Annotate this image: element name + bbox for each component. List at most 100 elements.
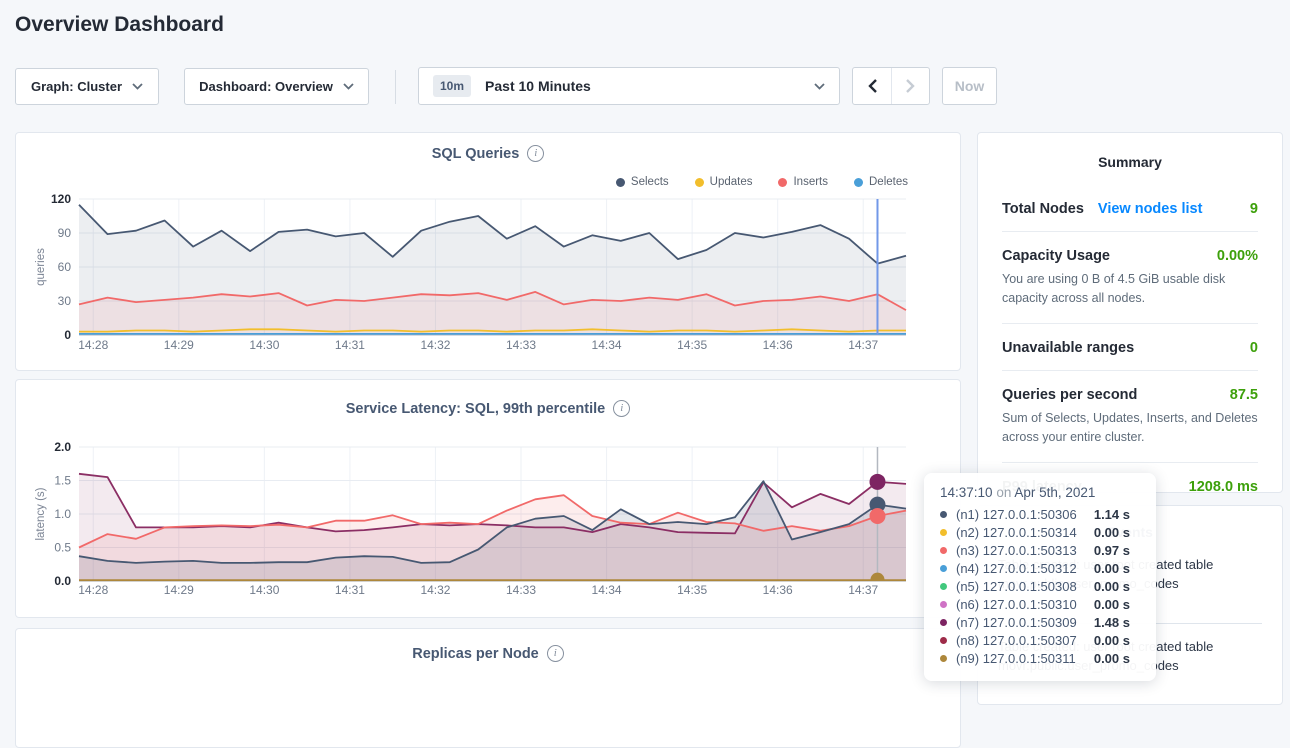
tooltip-node-row: (n9) 127.0.0.1:50311 0.00 s (940, 649, 1140, 667)
replicas-title: Replicas per Node (412, 646, 539, 662)
svg-text:14:32: 14:32 (420, 583, 450, 597)
tooltip-node-row: (n7) 127.0.0.1:50309 1.48 s (940, 613, 1140, 631)
next-range-button[interactable] (891, 68, 929, 104)
qps-desc: Sum of Selects, Updates, Inserts, and De… (978, 409, 1282, 448)
node-color-dot (940, 601, 947, 608)
svg-text:14:28: 14:28 (78, 338, 108, 352)
time-range-dropdown[interactable]: 10m Past 10 Minutes (418, 67, 840, 105)
svg-text:14:33: 14:33 (506, 583, 536, 597)
node-latency-value: 1.14 s (1094, 507, 1130, 522)
node-color-dot (940, 565, 947, 572)
tooltip-node-row: (n2) 127.0.0.1:503140.00 s (940, 523, 1140, 541)
service-latency-card: Service Latency: SQL, 99th percentile i … (15, 379, 961, 618)
node-latency-value: 0.00 s (1094, 597, 1130, 612)
toolbar-divider (395, 70, 396, 104)
svg-text:30: 30 (58, 294, 72, 308)
svg-text:14:29: 14:29 (164, 338, 194, 352)
node-address: (n6) 127.0.0.1:50310 (956, 597, 1077, 612)
total-nodes-value: 9 (1250, 201, 1258, 217)
separator (1002, 370, 1258, 371)
now-button[interactable]: Now (942, 67, 997, 105)
node-latency-value: 0.00 s (1094, 561, 1130, 576)
svg-text:14:34: 14:34 (592, 338, 622, 352)
svg-text:2.0: 2.0 (54, 440, 71, 454)
node-color-dot (940, 655, 947, 662)
node-address: (n5) 127.0.0.1:50308 (956, 579, 1077, 594)
sql-queries-chart[interactable]: 14:2814:2914:3014:3114:3214:3314:3414:35… (16, 133, 960, 370)
node-latency-value: 0.00 s (1094, 579, 1130, 594)
node-color-dot (940, 619, 947, 626)
tooltip-node-row: (n3) 127.0.0.1:503130.97 s (940, 541, 1140, 559)
time-range-badge: 10m (433, 75, 471, 97)
node-address: (n8) 127.0.0.1:50307 (956, 633, 1077, 648)
chevron-down-icon (814, 83, 825, 90)
summary-panel: Summary Total Nodes View nodes list 9 Ca… (977, 132, 1283, 493)
capacity-usage-value: 0.00% (1217, 248, 1258, 264)
svg-text:14:29: 14:29 (164, 583, 194, 597)
svg-text:14:28: 14:28 (78, 583, 108, 597)
node-color-dot (940, 637, 947, 644)
chevron-down-icon (343, 83, 354, 90)
svg-text:0: 0 (64, 328, 71, 342)
tooltip-node-row: (n4) 127.0.0.1:50312 0.00 s (940, 559, 1140, 577)
svg-text:latency (s): latency (s) (35, 487, 47, 540)
svg-text:14:31: 14:31 (335, 583, 365, 597)
time-step-buttons (852, 67, 930, 105)
replicas-card: Replicas per Node i (15, 628, 961, 748)
node-latency-value: 0.00 s (1094, 633, 1130, 648)
time-range-label: Past 10 Minutes (485, 78, 814, 94)
node-address: (n7) 127.0.0.1:50309 (956, 615, 1077, 630)
graph-dropdown-label: Graph: Cluster (31, 79, 122, 94)
unavailable-ranges-value: 0 (1250, 340, 1258, 356)
qps-label: Queries per second (1002, 387, 1137, 403)
qps-value: 87.5 (1230, 387, 1258, 403)
tooltip-node-row: (n5) 127.0.0.1:50308 0.00 s (940, 577, 1140, 595)
separator (1002, 323, 1258, 324)
svg-text:0.0: 0.0 (54, 574, 71, 588)
graph-dropdown[interactable]: Graph: Cluster (15, 68, 159, 105)
chevron-right-icon (906, 79, 915, 93)
node-address: (n9) 127.0.0.1:50311 (956, 651, 1076, 666)
dashboard-dropdown[interactable]: Dashboard: Overview (184, 68, 369, 105)
svg-text:14:37: 14:37 (848, 583, 878, 597)
svg-text:14:36: 14:36 (763, 338, 793, 352)
page-title: Overview Dashboard (15, 13, 224, 37)
tooltip-node-row: (n6) 127.0.0.1:50310 0.00 s (940, 595, 1140, 613)
chart-hover-tooltip: 14:37:10 on Apr 5th, 2021 (n1) 127.0.0.1… (924, 473, 1156, 681)
svg-text:14:30: 14:30 (249, 338, 279, 352)
node-address: (n4) 127.0.0.1:50312 (956, 561, 1077, 576)
p99-latency-value: 1208.0 ms (1189, 479, 1258, 495)
svg-text:0.5: 0.5 (54, 541, 71, 555)
capacity-usage-label: Capacity Usage (1002, 248, 1110, 264)
node-latency-value: 1.48 s (1094, 615, 1130, 630)
tooltip-node-row: (n8) 127.0.0.1:50307 0.00 s (940, 631, 1140, 649)
svg-text:queries: queries (35, 248, 47, 286)
svg-text:60: 60 (58, 260, 72, 274)
node-latency-value: 0.00 s (1094, 651, 1130, 666)
view-nodes-list-link[interactable]: View nodes list (1098, 201, 1203, 217)
svg-text:14:35: 14:35 (677, 583, 707, 597)
sql-queries-card: SQL Queries i SelectsUpdatesInsertsDelet… (15, 132, 961, 371)
svg-text:14:31: 14:31 (335, 338, 365, 352)
svg-text:14:36: 14:36 (763, 583, 793, 597)
info-icon[interactable]: i (547, 645, 564, 662)
svg-text:14:37: 14:37 (848, 338, 878, 352)
prev-range-button[interactable] (853, 68, 891, 104)
chevron-left-icon (868, 79, 877, 93)
node-address: (n3) 127.0.0.1:50313 (956, 543, 1077, 558)
svg-text:14:32: 14:32 (420, 338, 450, 352)
svg-text:1.0: 1.0 (54, 507, 71, 521)
dashboard-dropdown-label: Dashboard: Overview (199, 79, 333, 94)
total-nodes-label: Total Nodes (1002, 201, 1084, 217)
svg-text:14:34: 14:34 (592, 583, 622, 597)
chevron-down-icon (132, 83, 143, 90)
capacity-usage-desc: You are using 0 B of 4.5 GiB usable disk… (978, 270, 1282, 309)
summary-heading: Summary (978, 154, 1282, 170)
tooltip-timestamp: 14:37:10 on Apr 5th, 2021 (940, 485, 1140, 500)
service-latency-chart[interactable]: 14:2814:2914:3014:3114:3214:3314:3414:35… (16, 380, 960, 617)
svg-text:90: 90 (58, 226, 72, 240)
svg-text:14:33: 14:33 (506, 338, 536, 352)
svg-text:1.5: 1.5 (54, 474, 71, 488)
node-color-dot (940, 547, 947, 554)
node-address: (n1) 127.0.0.1:50306 (956, 507, 1077, 522)
